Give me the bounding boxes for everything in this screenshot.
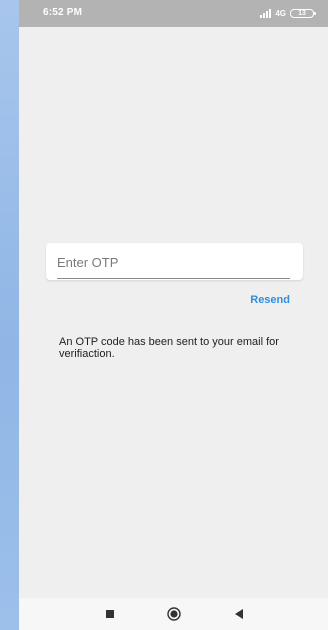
battery-icon: 13 [290, 8, 316, 18]
network-type: 4G [275, 8, 286, 18]
signal-icon [260, 8, 272, 18]
status-bar: 6:52 PM 4G 13 [19, 0, 328, 27]
battery-level: 13 [298, 9, 306, 17]
phone-screen: 6:52 PM 4G 13 Resend An OTP code has bee… [19, 0, 328, 630]
resend-button[interactable]: Resend [248, 294, 290, 310]
home-icon[interactable] [167, 607, 181, 621]
status-indicators: 4G 13 [260, 5, 316, 21]
otp-sent-message: An OTP code has been sent to your email … [59, 336, 279, 360]
otp-input-underline [57, 278, 290, 279]
status-time: 6:52 PM [43, 7, 83, 18]
back-icon[interactable] [233, 608, 245, 620]
otp-input[interactable] [57, 251, 290, 273]
otp-input-card [46, 243, 303, 280]
recents-icon[interactable] [106, 610, 114, 618]
navigation-bar [19, 598, 328, 630]
